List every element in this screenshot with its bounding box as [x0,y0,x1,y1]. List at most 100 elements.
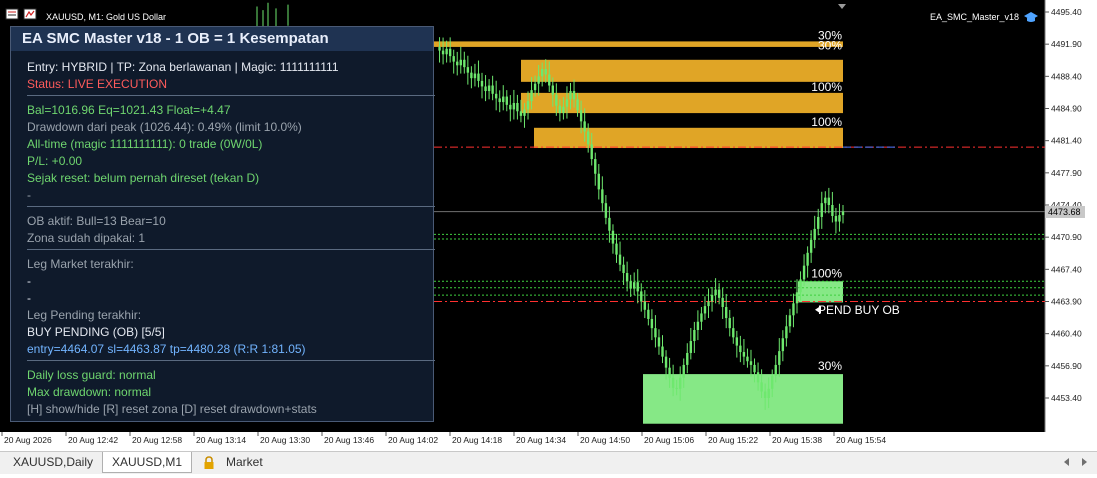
candle-body [664,356,668,368]
candle-body [463,59,466,68]
candle-body [732,328,735,338]
candle-body [799,279,802,293]
candle-body [498,98,501,103]
price-tick-label: 4453.40 [1051,393,1082,403]
candle-body [657,337,661,347]
price-tick-label: 4481.40 [1051,136,1082,146]
bear-order-block-zone [521,59,843,82]
tab-market[interactable]: Market [226,452,263,472]
candle-body [820,203,823,217]
candle-body [806,252,809,266]
candle-body [721,297,724,308]
candle-body [824,197,827,204]
candle-body [686,352,689,365]
candle-body [778,351,781,365]
time-tick-label: 20 Aug 15:06 [644,435,694,445]
candle-body [466,67,470,73]
tab-scroll-arrows[interactable] [1060,452,1092,472]
candle-body [640,291,643,302]
chart-menu-icon[interactable] [5,8,19,20]
candle-body [583,121,586,132]
candle-body [611,230,615,244]
candle-body [590,144,593,160]
candle-body [679,377,682,389]
zone-fill-label: 30% [818,38,842,52]
candle-body [512,102,516,110]
price-tick-label: 4491.90 [1051,39,1082,49]
candle-body [604,203,608,218]
candle-body [703,306,707,314]
candle-body [523,109,526,116]
candle-body [625,273,629,282]
candle-body [771,375,774,389]
candle-body [441,50,445,55]
candle-body [452,56,455,62]
candle-body [735,337,739,346]
time-tick-label: 20 Aug 14:50 [580,435,630,445]
candle-body [562,106,565,114]
candle-body [636,282,639,292]
candle-body [827,197,831,205]
entry-line: Entry: HYBRID | TP: Zona berlawanan | Ma… [27,60,339,74]
pending-order-label: PEND BUY OB [818,303,900,317]
candle-body [661,346,664,357]
current-price-label: 4473.68 [1048,207,1081,217]
divider [27,249,435,250]
candle-body [802,265,806,280]
candle-body [445,48,448,55]
time-tick-label: 20 Aug 14:18 [452,435,502,445]
pending-levels-line: entry=4464.07 sl=4463.87 tp=4480.28 (R:R… [27,342,306,356]
candle-body [516,102,519,112]
candle-body [594,159,597,174]
leg-market-detail: - [27,291,31,305]
candle-body [537,76,540,84]
ea-name-label: EA_SMC_Master_v18 [930,12,1019,22]
divider [27,95,435,96]
price-tick-label: 4477.90 [1051,168,1082,178]
time-tick-label: 20 Aug 13:14 [196,435,246,445]
candle-body [792,303,795,316]
candle-body [788,315,792,327]
time-tick-label: 20 Aug 15:54 [836,435,886,445]
candle-body [448,48,452,57]
time-tick-label: 20 Aug 14:34 [516,435,566,445]
price-tick-label: 4463.90 [1051,297,1082,307]
zone-fill-label: 30% [818,359,842,373]
daily-guard-line: Daily loss guard: normal [27,368,156,382]
candle-body [774,364,777,376]
lock-icon [203,452,215,472]
bear-order-block-zone [434,41,843,47]
candle-body [707,301,710,307]
candle-body [767,388,770,398]
leg-market-title: Leg Market terakhir: [27,257,134,271]
symbol-title: XAUUSD, M1: Gold US Dollar [46,12,166,22]
time-tick-label: 20 Aug 12:58 [132,435,182,445]
candle-body [477,73,480,81]
ob-active-line: OB aktif: Bull=13 Bear=10 [27,214,166,228]
divider [27,206,435,207]
time-tick-label: 20 Aug 2026 [4,435,52,445]
candle-body [760,382,763,392]
candle-body [838,215,841,222]
candle-body [795,292,799,304]
candle-body [505,96,508,105]
candle-body [753,364,756,373]
candle-body [456,61,459,66]
tab-xauusd-daily[interactable]: XAUUSD,Daily [13,452,93,472]
bull-order-block-zone [798,281,843,303]
pl-line: P/L: +0.00 [27,154,83,168]
candle-body [809,239,813,253]
alltime-line: All-time (magic 1111111111): 0 trade (0W… [27,137,263,151]
candle-body [608,217,611,231]
candle-body [693,329,696,342]
hotkeys-line: [H] show/hide [R] reset zona [D] reset d… [27,402,317,416]
candle-body [717,289,721,298]
balance-line: Bal=1016.96 Eq=1021.43 Float=+4.47 [27,103,231,117]
candle-body [831,205,834,217]
empty-dash: - [27,188,31,202]
candle-body [841,211,845,216]
drawdown-line: Drawdown dari peak (1026.44): 0.49% (lim… [27,120,302,134]
candle-body [725,307,728,319]
candle-body [491,85,494,94]
tab-xauusd-m1[interactable]: XAUUSD,M1 [102,452,192,473]
